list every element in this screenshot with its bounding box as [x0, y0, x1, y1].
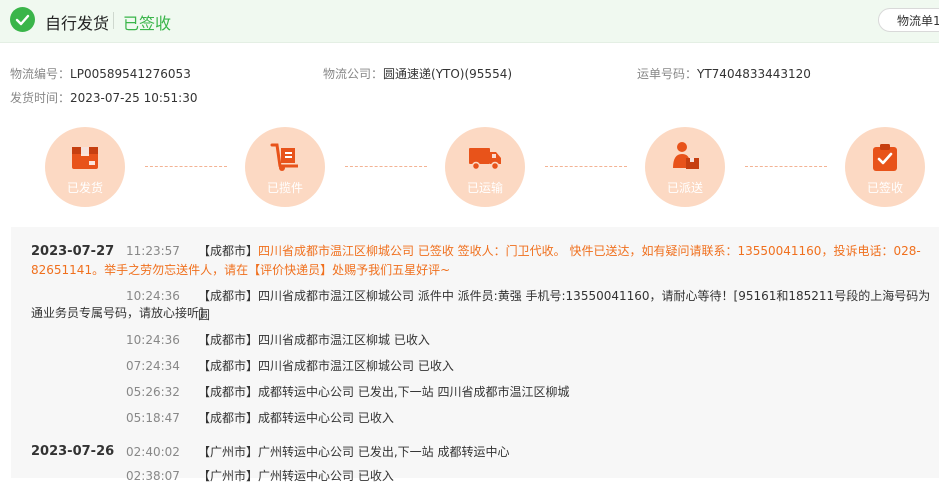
- courier-company-row: 物流公司：圆通速递(YTO)(95554): [323, 65, 512, 82]
- event-text: 四川省成都市温江区柳城 已收入: [258, 333, 430, 347]
- handtruck-icon: [267, 140, 303, 174]
- event-text: 四川省成都市温江区柳城公司 已签收 签收人：门卫代收。 快件已送达，如有疑问请联…: [258, 244, 921, 258]
- event-time: 05:18:47: [126, 411, 180, 425]
- delivery-type: 自行发货: [45, 14, 110, 33]
- step-label: 已发货: [66, 181, 103, 195]
- ship-time: 2023-07-25 10:51:30: [70, 91, 198, 105]
- event-text-cont: 通业务员专属号码，请放心接听]: [31, 306, 204, 320]
- event-city: 【成都市】: [198, 359, 259, 373]
- event-item: 【成都市】成都转运中心公司 已发出,下一站 四川省成都市温江区柳城: [198, 383, 569, 402]
- event-city: 【成都市】: [198, 244, 259, 258]
- step-signed: 已签收: [845, 127, 925, 207]
- event-time: 10:24:36: [126, 289, 180, 303]
- event-city: 【成都市】: [198, 385, 259, 399]
- event-text: 广州转运中心公司 已收入: [258, 469, 394, 483]
- step-connector: [545, 166, 627, 167]
- event-text-cont: 82651141。举手之劳勿忘送件人，请在【评价快递员】处赐予我们五星好评~: [31, 263, 451, 277]
- event-time: 02:38:07: [126, 469, 180, 483]
- tracking-number-label: 物流编号：: [10, 67, 71, 81]
- event-city: 【广州市】: [198, 469, 259, 483]
- logistics-tab-button[interactable]: 物流单1: [878, 8, 939, 32]
- divider: [113, 12, 114, 29]
- step-connector: [745, 166, 827, 167]
- truck-icon: [467, 140, 503, 174]
- step-label: 已派送: [666, 181, 703, 195]
- step-label: 已签收: [866, 181, 903, 195]
- timeline-date: 2023-07-26: [31, 444, 115, 459]
- tracking-number-row: 物流编号：LP00589541276053: [10, 65, 191, 82]
- step-label: 已运输: [466, 181, 503, 195]
- waybill-label: 运单号码：: [637, 67, 698, 81]
- status-header: 自行发货 已签收 物流单1: [0, 0, 939, 43]
- step-connector: [145, 166, 227, 167]
- tracking-number: LP00589541276053: [70, 67, 191, 81]
- tracking-timeline: 2023-07-27 11:23:57 【成都市】四川省成都市温江区柳城公司 已…: [11, 227, 939, 483]
- courier-company-label: 物流公司：: [323, 67, 384, 81]
- event-item: 【广州市】广州转运中心公司 已发出,下一站 成都转运中心: [198, 443, 509, 462]
- event-time: 11:23:57: [126, 244, 180, 258]
- step-out-for-delivery: 已派送: [645, 127, 725, 207]
- courier-icon: [667, 140, 703, 174]
- event-text: 四川省成都市温江区柳城公司 已收入: [258, 359, 454, 373]
- event-item: 【成都市】四川省成都市温江区柳城公司 已收入: [198, 357, 454, 376]
- event-city: 【广州市】: [198, 445, 259, 459]
- waybill-number: YT7404833443120: [697, 67, 811, 81]
- waybill-row: 运单号码：YT7404833443120: [637, 65, 811, 82]
- event-text: 成都转运中心公司 已收入: [258, 411, 394, 425]
- event-time: 02:40:02: [126, 445, 180, 459]
- event-city: 【成都市】: [198, 411, 259, 425]
- step-in-transit: 已运输: [445, 127, 525, 207]
- event-item: 【成都市】成都转运中心公司 已收入: [198, 409, 394, 428]
- timeline-date: 2023-07-27: [31, 244, 115, 259]
- ship-time-row: 发货时间：2023-07-25 10:51:30: [10, 89, 197, 106]
- event-city: 【成都市】: [198, 333, 259, 347]
- event-item: 【成都市】四川省成都市温江区柳城 已收入: [198, 331, 430, 350]
- step-connector: [345, 166, 427, 167]
- step-label: 已揽件: [266, 181, 303, 195]
- event-text: 广州转运中心公司 已发出,下一站 成都转运中心: [258, 445, 510, 459]
- check-circle-icon: [10, 7, 35, 32]
- event-time: 10:24:36: [126, 333, 180, 347]
- event-time: 05:26:32: [126, 385, 180, 399]
- signed-icon: [867, 140, 903, 174]
- event-text: 成都转运中心公司 已发出,下一站 四川省成都市温江区柳城: [258, 385, 570, 399]
- courier-company: 圆通速递(YTO)(95554): [383, 67, 513, 81]
- ship-time-label: 发货时间：: [10, 91, 71, 105]
- event-item: 【广州市】广州转运中心公司 已收入: [198, 467, 394, 486]
- step-shipped: 已发货: [45, 127, 125, 207]
- event-time: 07:24:34: [126, 359, 180, 373]
- delivery-status: 已签收: [123, 14, 172, 33]
- event-latest: 【成都市】四川省成都市温江区柳城公司 已签收 签收人：门卫代收。 快件已送达，如…: [198, 242, 933, 261]
- event-city: 【成都市】: [198, 289, 259, 303]
- step-picked-up: 已揽件: [245, 127, 325, 207]
- box-icon: [67, 140, 103, 174]
